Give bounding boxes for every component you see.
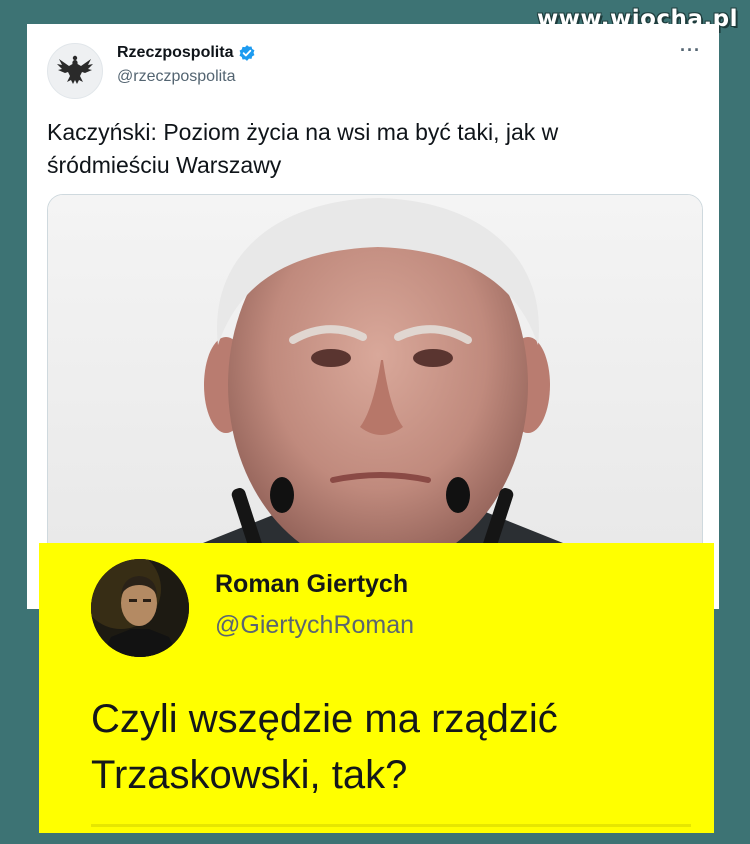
author-name-text: Rzeczpospolita <box>117 44 234 61</box>
author-handle[interactable]: @rzeczpospolita <box>117 68 236 86</box>
more-options-icon[interactable]: ··· <box>680 40 701 61</box>
verified-badge-icon <box>240 45 255 61</box>
reply-author-handle[interactable]: @GiertychRoman <box>215 611 414 640</box>
reply-text-line-1: Czyli wszędzie ma rządzić <box>91 697 558 741</box>
divider <box>91 824 691 827</box>
reply-overlay[interactable]: Roman Giertych @GiertychRoman Czyli wszę… <box>39 543 714 833</box>
author-avatar[interactable] <box>47 43 103 99</box>
author-name[interactable]: Rzeczpospolita <box>117 44 256 62</box>
reply-avatar-photo <box>91 559 189 657</box>
tweet-card[interactable]: Rzeczpospolita @rzeczpospolita ··· Kaczy… <box>27 24 719 609</box>
tweet-text: Kaczyński: Poziom życia na wsi ma być ta… <box>47 119 559 178</box>
eagle-logo-icon <box>57 55 93 84</box>
reply-author-avatar[interactable] <box>91 559 189 657</box>
reply-text-line-2: Trzaskowski, tak? <box>91 753 408 797</box>
reply-text: Czyli wszędzie ma rządzić Trzaskowski, t… <box>91 691 691 803</box>
reply-author-name[interactable]: Roman Giertych <box>215 570 408 599</box>
